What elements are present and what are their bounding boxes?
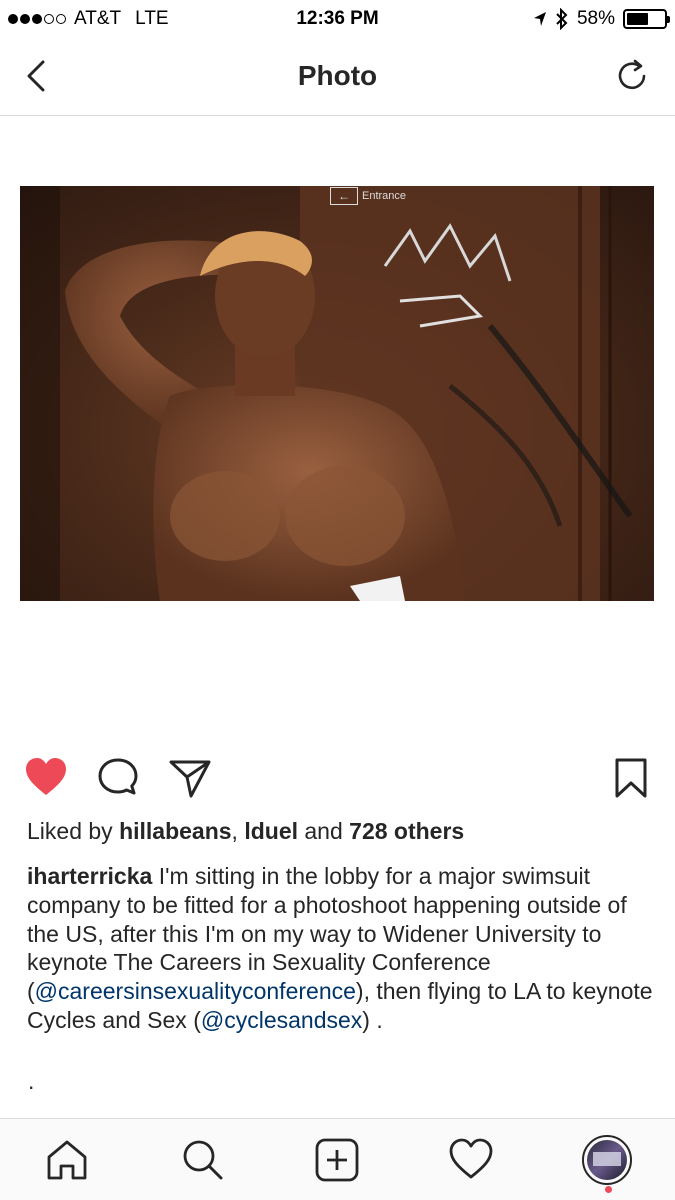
- share-button[interactable]: [168, 756, 212, 800]
- likes-middle: and: [298, 818, 350, 844]
- back-button[interactable]: [18, 56, 58, 96]
- post-caption: iharterricka I'm sitting in the lobby fo…: [27, 862, 657, 1035]
- likes-prefix: Liked by: [27, 818, 120, 844]
- profile-avatar: [587, 1140, 627, 1180]
- status-right: 58%: [533, 8, 670, 30]
- home-icon: [47, 1140, 87, 1180]
- battery-fill: [627, 13, 648, 25]
- arrow-left-icon: ←: [330, 187, 358, 205]
- battery-percent: 58%: [576, 8, 615, 29]
- post-actions: [0, 752, 675, 802]
- search-icon: [183, 1140, 223, 1180]
- caption-trailing: .: [28, 1068, 35, 1094]
- activity-heart-icon: [449, 1138, 493, 1179]
- status-bar: AT&T LTE 12:36 PM 58%: [0, 0, 675, 40]
- caption-mention-1[interactable]: @careersinsexualityconference: [35, 978, 356, 1004]
- notification-dot: [605, 1186, 612, 1193]
- post-photo[interactable]: ← Entrance: [20, 186, 654, 601]
- save-button[interactable]: [609, 756, 653, 800]
- tab-activity[interactable]: [448, 1137, 494, 1183]
- bluetooth-icon: [556, 8, 568, 30]
- refresh-button[interactable]: [613, 56, 653, 96]
- caption-text-3: ) .: [362, 1006, 383, 1033]
- refresh-icon: [618, 59, 646, 90]
- photo-illustration: [20, 186, 633, 601]
- battery-icon: [623, 9, 670, 29]
- liker-link-1[interactable]: hillabeans: [119, 818, 231, 844]
- comment-icon: [98, 758, 138, 795]
- nav-bar: Photo: [0, 40, 675, 116]
- likes-summary: Liked by hillabeans, lduel and 728 other…: [27, 818, 464, 845]
- like-button[interactable]: [24, 756, 68, 800]
- tab-bar: [0, 1118, 675, 1200]
- paper-plane-icon: [169, 760, 211, 798]
- tab-profile[interactable]: [582, 1135, 632, 1185]
- likes-others-link[interactable]: 728 others: [349, 818, 464, 844]
- tab-search[interactable]: [180, 1137, 226, 1183]
- photo-sign: ← Entrance: [330, 186, 406, 206]
- heart-filled-icon: [26, 758, 66, 795]
- location-arrow-icon: [533, 12, 546, 26]
- add-post-icon: [315, 1138, 359, 1182]
- chevron-left-icon: [27, 60, 45, 92]
- caption-username[interactable]: iharterricka: [27, 863, 152, 889]
- caption-mention-2[interactable]: @cyclesandsex: [201, 1007, 362, 1033]
- tab-add-post[interactable]: [314, 1137, 360, 1183]
- liker-link-2[interactable]: lduel: [244, 818, 298, 844]
- tab-home[interactable]: [44, 1137, 90, 1183]
- likes-separator: ,: [231, 818, 245, 844]
- sign-text: Entrance: [362, 190, 407, 202]
- comment-button[interactable]: [96, 756, 140, 800]
- bookmark-icon: [615, 758, 647, 798]
- page-title: Photo: [297, 60, 378, 91]
